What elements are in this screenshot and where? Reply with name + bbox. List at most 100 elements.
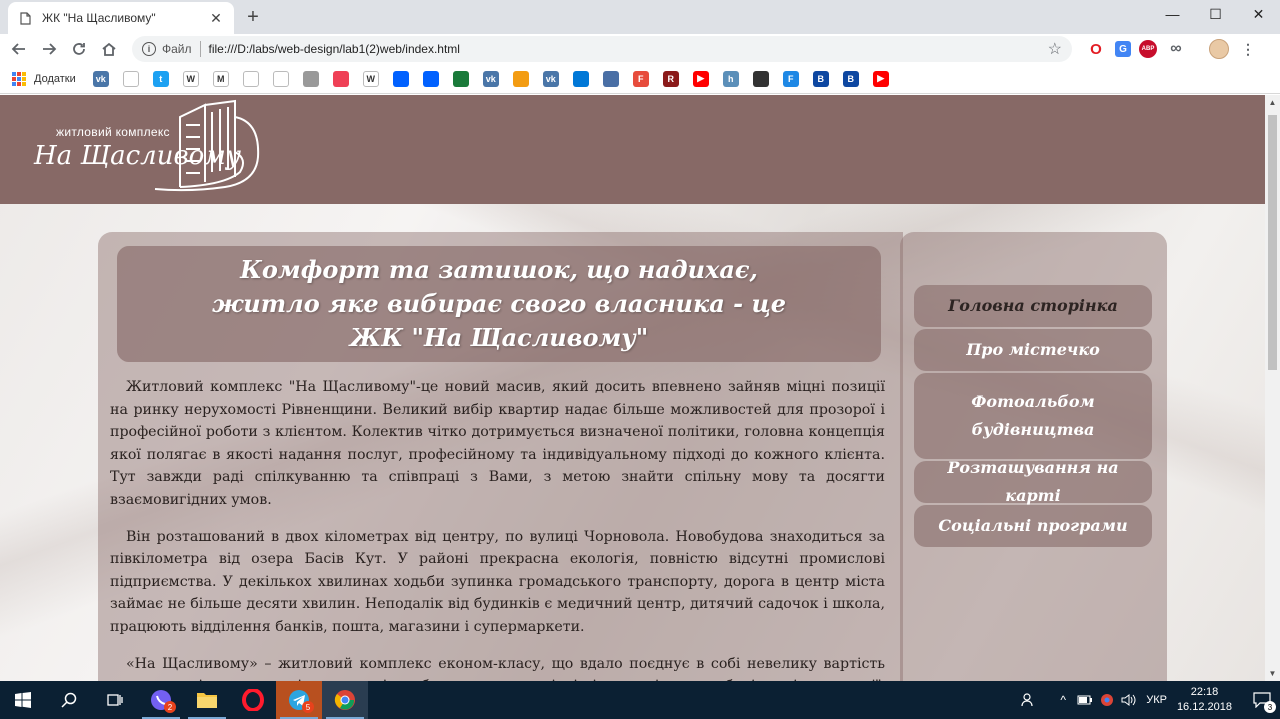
battery-icon[interactable] <box>1074 681 1096 719</box>
dropbox-icon[interactable] <box>422 70 439 87</box>
viber-app[interactable]: 2 <box>138 681 184 719</box>
orange-ball-icon[interactable] <box>512 70 529 87</box>
close-icon[interactable]: ✕ <box>208 10 224 26</box>
opera-app[interactable] <box>230 681 276 719</box>
scheme-label: Файл <box>162 42 192 56</box>
arrow-left-icon <box>11 43 25 55</box>
task-view-icon <box>107 694 123 706</box>
youtube-icon[interactable]: ▶ <box>692 70 709 87</box>
translate-icon[interactable]: G <box>1115 41 1131 57</box>
explorer-app[interactable] <box>184 681 230 719</box>
apps-label[interactable]: Додатки <box>34 73 76 85</box>
forward-button[interactable] <box>34 35 64 63</box>
star-icon[interactable]: ☆ <box>1048 39 1062 59</box>
opera-icon[interactable]: O <box>1085 38 1107 60</box>
start-button[interactable] <box>0 681 46 719</box>
drop-icon[interactable] <box>752 70 769 87</box>
adblock-icon[interactable]: ABP <box>1139 40 1157 58</box>
new-tab-button[interactable]: + <box>242 6 264 28</box>
wikipedia-icon[interactable]: W <box>182 70 199 87</box>
vk-icon[interactable]: vk <box>92 70 109 87</box>
home-icon <box>102 42 116 56</box>
cloud-icon[interactable] <box>572 70 589 87</box>
chrome-icon <box>334 690 355 710</box>
chrome-app[interactable] <box>322 681 368 719</box>
bars-icon[interactable] <box>452 70 469 87</box>
telegram-app[interactable]: 5 <box>276 681 322 719</box>
menu-item-about[interactable]: Про містечко <box>914 329 1152 371</box>
people-icon[interactable] <box>1018 681 1040 719</box>
page-scrollbar[interactable]: ▲ ▼ <box>1265 95 1280 681</box>
close-window-button[interactable]: ✕ <box>1237 0 1280 28</box>
pocket-icon[interactable] <box>332 70 349 87</box>
volume-icon[interactable] <box>1118 681 1140 719</box>
minimize-button[interactable]: — <box>1151 0 1194 28</box>
scroll-down-icon[interactable]: ▼ <box>1265 666 1280 681</box>
tab-title: ЖК "На Щасливому" <box>42 11 156 25</box>
window-controls: — ☐ ✕ <box>1151 0 1280 28</box>
h-icon[interactable]: h <box>722 70 739 87</box>
browser-tab[interactable]: ЖК "На Щасливому" ✕ <box>8 2 234 34</box>
sidebar: Головна сторінка Про містечко Фотоальбом… <box>900 232 1167 681</box>
menu-item-social[interactable]: Соціальні програми <box>914 505 1152 547</box>
scroll-up-icon[interactable]: ▲ <box>1265 95 1280 110</box>
action-center-button[interactable]: 3 <box>1244 681 1280 719</box>
menu-dots-icon[interactable]: ⋮ <box>1237 38 1259 60</box>
gmail-icon[interactable]: M <box>212 70 229 87</box>
browser-toolbar: i Файл file:///D:/labs/web-design/lab1(2… <box>0 34 1280 64</box>
article-text: Житловий комплекс "На Щасливому"-це нови… <box>110 376 885 681</box>
extensions-area: O G ABP ∞ ⋮ <box>1085 38 1259 60</box>
logo-title: На Щасливому <box>34 141 241 171</box>
system-tray: ^ УКР 22:18 16.12.2018 3 <box>1018 681 1280 719</box>
vk-icon[interactable]: vk <box>542 70 559 87</box>
r-icon[interactable]: R <box>662 70 679 87</box>
side-menu: Головна сторінка Про містечко Фотоальбом… <box>914 285 1152 549</box>
clock-date: 16.12.2018 <box>1176 701 1232 713</box>
dropbox-icon[interactable] <box>392 70 409 87</box>
home-button[interactable] <box>94 35 124 63</box>
b-icon[interactable]: B <box>842 70 859 87</box>
f-square-icon[interactable]: F <box>782 70 799 87</box>
search-button[interactable] <box>46 681 92 719</box>
task-view-button[interactable] <box>92 681 138 719</box>
address-bar[interactable]: i Файл file:///D:/labs/web-design/lab1(2… <box>132 36 1072 62</box>
b-icon[interactable]: B <box>812 70 829 87</box>
site-logo[interactable]: житловий комплекс На Щасливому <box>30 97 270 197</box>
clock[interactable]: 22:18 16.12.2018 <box>1177 685 1232 715</box>
clock-time: 22:18 <box>1190 686 1219 698</box>
opera-icon <box>242 689 264 711</box>
back-button[interactable] <box>4 35 34 63</box>
viber-badge: 2 <box>164 701 176 713</box>
language-indicator[interactable]: УКР <box>1146 694 1167 706</box>
reload-button[interactable] <box>64 35 94 63</box>
twitter-icon[interactable]: t <box>152 70 169 87</box>
scrollbar-thumb[interactable] <box>1268 115 1277 370</box>
image-icon[interactable] <box>302 70 319 87</box>
chrome-ring-icon[interactable] <box>242 70 259 87</box>
url-text[interactable]: file:///D:/labs/web-design/lab1(2)web/in… <box>209 42 1048 56</box>
maximize-button[interactable]: ☐ <box>1194 0 1237 28</box>
bookmarks-bar: Додатки vk t W M Wvk vk F R ▶ h F B B ▶ <box>0 64 1280 94</box>
apps-grid-icon[interactable] <box>12 71 26 86</box>
vk-icon[interactable]: vk <box>482 70 499 87</box>
telegram-badge: 5 <box>302 701 314 713</box>
menu-item-map[interactable]: Розташування на карті <box>914 458 1152 505</box>
infinity-icon[interactable]: ∞ <box>1165 38 1187 60</box>
page-icon <box>18 11 32 25</box>
paragraph-1: Житловий комплекс "На Щасливому"-це нови… <box>110 379 885 508</box>
youtube-icon[interactable]: ▶ <box>872 70 889 87</box>
chevron-up-icon[interactable]: ^ <box>1052 681 1074 719</box>
menu-item-photo-album[interactable]: Фотоальбом будівництва <box>914 373 1152 459</box>
paragraph-3: «На Щасливому» – житловий комплекс еконо… <box>110 655 885 681</box>
logo-subtitle: житловий комплекс <box>56 125 170 139</box>
info-icon[interactable]: i <box>142 42 156 56</box>
avatar[interactable] <box>1209 39 1229 59</box>
menu-item-home[interactable]: Головна сторінка <box>914 285 1152 327</box>
weibo-icon[interactable]: W <box>362 70 379 87</box>
bird-icon[interactable] <box>272 70 289 87</box>
f-circle-icon[interactable]: F <box>632 70 649 87</box>
page-viewport: житловий комплекс На Щасливому Комфорт т… <box>0 95 1265 681</box>
chrome-tray-icon[interactable] <box>1096 681 1118 719</box>
page-icon[interactable] <box>122 70 139 87</box>
doc-icon[interactable] <box>602 70 619 87</box>
